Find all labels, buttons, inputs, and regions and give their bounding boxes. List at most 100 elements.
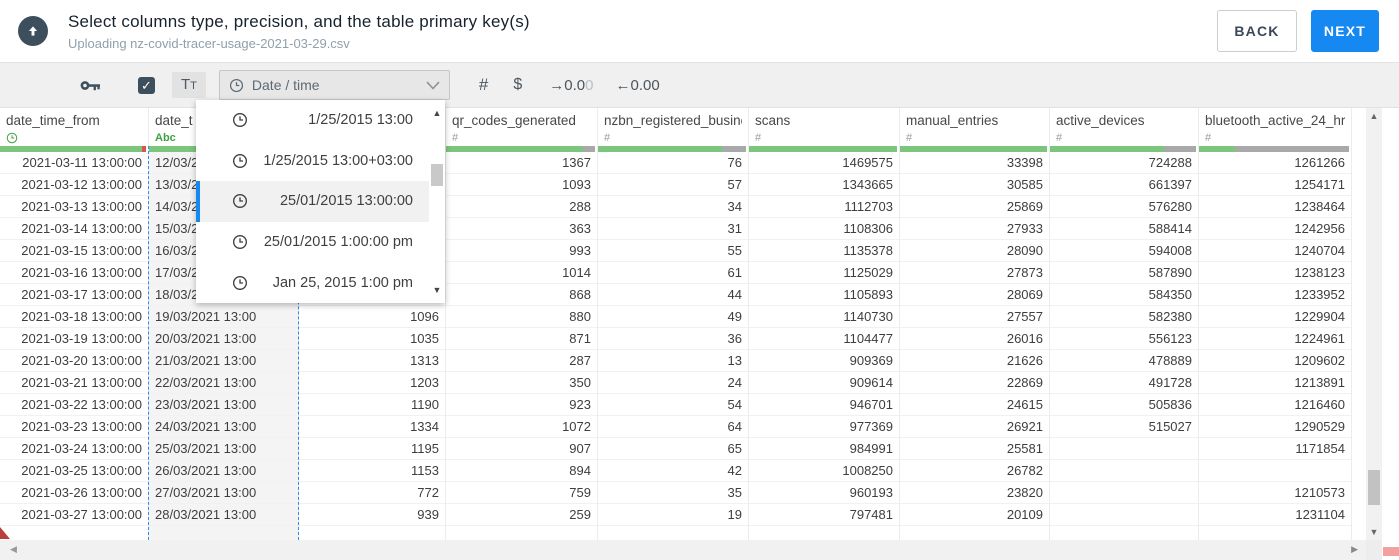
column-header[interactable]: scans # [749,108,899,146]
clock-icon [232,234,248,250]
table-cell: 1224961 [1199,328,1351,350]
column-header[interactable]: nzbn_registered_busine # [598,108,748,146]
table-cell: 22869 [900,372,1049,394]
table-cell: 2021-03-11 13:00:00 [0,152,148,174]
dropdown-scroll-down-icon[interactable]: ▼ [429,285,445,295]
column-header[interactable]: manual_entries # [900,108,1049,146]
table-cell: 1209602 [1199,350,1351,372]
column-header-name: nzbn_registered_busine [604,113,742,128]
table-cell: 350 [446,372,597,394]
table-cell: 25869 [900,196,1049,218]
table-column: bluetooth_active_24_hr_ #1261266 1254171 12… [1199,108,1352,540]
table-column: manual_entries #33398 30585 25869 27933 28090… [900,108,1050,540]
column-header[interactable]: date_time_from [0,108,148,146]
scroll-down-arrow-icon[interactable]: ▼ [1366,527,1382,537]
uploading-file-subtitle: Uploading nz-covid-tracer-usage-2021-03-… [68,35,350,51]
table-cell: 724288 [1050,152,1198,174]
table-cell: 23820 [900,482,1049,504]
table-cell: 491728 [1050,372,1198,394]
table-cell: 1105893 [749,284,899,306]
date-format-option[interactable]: 25/01/2015 13:00:00 [196,181,429,222]
table-cell: 1261266 [1199,152,1351,174]
table-cell: 19/03/2021 13:00 [149,306,298,328]
table-cell: 868 [446,284,597,306]
table-cell: 1213891 [1199,372,1351,394]
column-body: 1469575 1343665 1112703 1108306 1135378 11250… [749,146,899,540]
next-button[interactable]: NEXT [1311,10,1379,52]
column-header[interactable]: active_devices # [1050,108,1198,146]
vertical-scroll-thumb[interactable] [1368,470,1380,505]
date-format-option[interactable]: 1/25/2015 13:00+03:00 [196,141,429,182]
table-cell: 26016 [900,328,1049,350]
table-cell: 1108306 [749,218,899,240]
table-cell: 1096 [299,306,445,328]
dropdown-scroll-up-icon[interactable]: ▲ [429,108,445,118]
date-format-option[interactable]: 25/01/2015 1:00:00 pm [196,222,429,263]
table-cell: 1035 [299,328,445,350]
table-cell: 2021-03-13 13:00:00 [0,196,148,218]
decrease-decimals-button[interactable]: →0.00 [549,77,593,94]
column-type-indicator: # [906,130,1043,145]
scroll-left-arrow-icon[interactable]: ◀ [10,544,17,555]
empty-row-filler [1199,526,1351,540]
table-cell: 31 [598,218,748,240]
table-cell: 2021-03-19 13:00:00 [0,328,148,350]
quality-bar-wrap [598,146,748,152]
include-column-checkbox[interactable]: ✓ [138,76,155,94]
dropdown-scrollbar[interactable]: ▲ ▼ [429,100,445,303]
table-cell: 27933 [900,218,1049,240]
table-cell: 661397 [1050,174,1198,196]
table-cell: 42 [598,460,748,482]
table-column: nzbn_registered_busine #76 57 34 31 55 61 44 49 3… [598,108,749,540]
table-cell: 61 [598,262,748,284]
table-cell: 26782 [900,460,1049,482]
primary-key-icon[interactable] [80,78,101,93]
empty-row-filler [299,526,445,540]
table-cell: 288 [446,196,597,218]
table-cell: 2021-03-25 13:00:00 [0,460,148,482]
dropdown-scroll-thumb[interactable] [431,164,443,186]
upload-cloud-icon [18,16,48,46]
table-cell: 2021-03-26 13:00:00 [0,482,148,504]
quality-bar-segment-green [1050,146,1164,152]
table-cell: 24 [598,372,748,394]
table-cell: 1112703 [749,196,899,218]
date-format-label: 25/01/2015 13:00:00 [279,193,413,210]
table-cell: 1195 [299,438,445,460]
column-header[interactable]: bluetooth_active_24_hr_ # [1199,108,1351,146]
table-cell: 1140730 [749,306,899,328]
empty-row-filler [900,526,1049,540]
table-cell: 907 [446,438,597,460]
table-cell: 57 [598,174,748,196]
text-type-button[interactable]: TT [172,72,206,98]
scroll-right-arrow-icon[interactable]: ▶ [1351,544,1358,555]
back-button[interactable]: BACK [1217,10,1297,52]
table-cell: 909369 [749,350,899,372]
table-cell: 20109 [900,504,1049,526]
table-cell: 1153 [299,460,445,482]
column-header-name: active_devices [1056,113,1145,128]
date-format-option[interactable]: Jan 25, 2015 1:00 pm [196,262,429,303]
currency-type-button[interactable]: $ [513,76,522,94]
table-cell: 1203 [299,372,445,394]
column-type-indicator: # [1205,130,1345,145]
horizontal-scrollbar[interactable]: ◀ ▶ [0,540,1366,560]
type-format-select[interactable]: Date / time [218,70,450,100]
column-body: 2021-03-11 13:00:00 2021-03-12 13:00:00 20… [0,146,148,540]
table-cell: 287 [446,350,597,372]
increase-decimals-button[interactable]: ←0.00 [615,77,659,94]
table-cell: 1008250 [749,460,899,482]
date-format-dropdown: 1/25/2015 13:00 1/25/2015 13:00+03:00 25/0… [196,100,445,303]
date-format-label: 25/01/2015 1:00:00 pm [263,234,413,251]
horizontal-scroll-thumb[interactable] [1383,547,1399,556]
quality-bar-segment-green [1199,146,1235,152]
number-type-button[interactable]: # [479,75,488,95]
decrease-decimals-dim: 0 [585,76,594,94]
column-header[interactable]: qr_codes_generated # [446,108,597,146]
scroll-up-arrow-icon[interactable]: ▲ [1366,111,1382,121]
date-format-option[interactable]: 1/25/2015 13:00 [196,100,429,141]
empty-row-filler [1050,526,1198,540]
table-cell: 2021-03-16 13:00:00 [0,262,148,284]
table-column: scans #1469575 1343665 1112703 1108306 113537… [749,108,900,540]
vertical-scrollbar[interactable]: ▲ ▼ [1366,108,1382,540]
